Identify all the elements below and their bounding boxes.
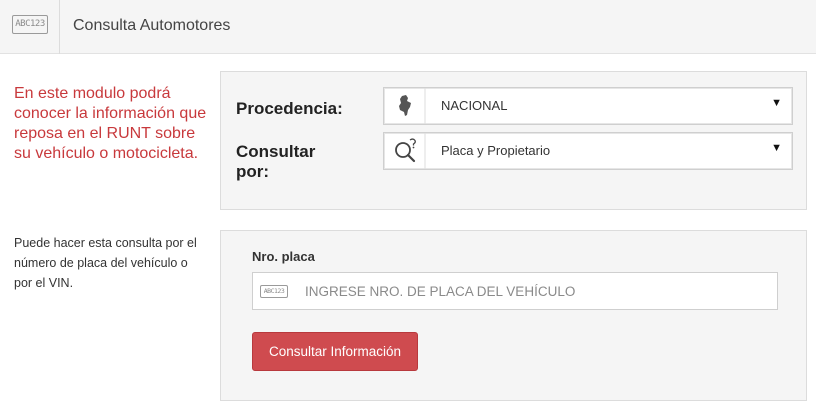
consultar-select[interactable]: Placa y Propietario ▼ (383, 132, 793, 170)
placa-label: Nro. placa (252, 249, 315, 264)
header-logo: ABC123 (0, 0, 60, 54)
procedencia-label: Procedencia: (236, 99, 343, 118)
plate-badge-icon: ABC123 (12, 15, 48, 34)
consultar-informacion-button[interactable]: Consultar Información (252, 332, 418, 371)
consultar-selected-value: Placa y Propietario (441, 143, 551, 158)
placa-input-wrapper: ABC123 (252, 272, 778, 310)
colombia-map-icon (384, 88, 426, 124)
plate-search-panel: Nro. placa ABC123 Consultar Información (220, 230, 807, 401)
consultar-label: Consultar por: (236, 142, 316, 181)
chevron-down-icon: ▼ (771, 142, 782, 154)
chevron-down-icon: ▼ (771, 97, 782, 109)
procedencia-select[interactable]: NACIONAL ▼ (383, 87, 793, 125)
plate-badge-icon: ABC123 (260, 285, 288, 298)
search-help-text: Puede hacer esta consulta por el número … (14, 236, 197, 290)
page-title: Consulta Automotores (73, 17, 231, 34)
procedencia-selected-value: NACIONAL (441, 98, 508, 113)
query-options-panel: Procedencia: NACIONAL ▼ Consultar por: P… (220, 71, 807, 210)
placa-input[interactable] (305, 273, 770, 309)
module-intro-text: En este modulo podrá conocer la informac… (14, 85, 207, 162)
search-question-icon (384, 133, 426, 169)
top-header: ABC123 Consulta Automotores (0, 0, 816, 54)
